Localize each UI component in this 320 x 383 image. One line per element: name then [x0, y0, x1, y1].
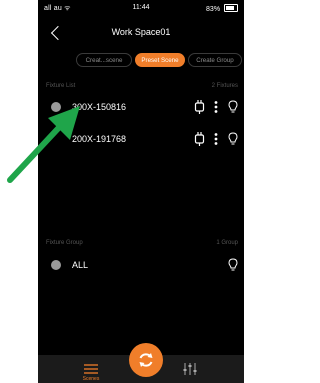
group-name: ALL: [72, 260, 89, 270]
fixture-group-count: 1 Group: [216, 240, 238, 246]
refresh-icon: [139, 353, 153, 367]
nav-bar: Work Space01: [38, 18, 244, 48]
bulb-icon[interactable]: [228, 100, 238, 114]
app-screen: all au ᯤ 11:44 83% Work Space01 Creat...…: [38, 0, 244, 383]
battery-indicator: 83%: [206, 4, 238, 13]
fixture-list-label: Fixture List: [46, 83, 76, 89]
battery-icon: [224, 4, 238, 12]
tab-scenes-label[interactable]: Scenes: [68, 376, 114, 382]
annotation-arrow: [7, 106, 80, 183]
bulb-icon[interactable]: [228, 258, 238, 272]
tab-create-group[interactable]: Create Group: [188, 53, 242, 67]
more-vertical-icon[interactable]: [214, 101, 218, 113]
bulb-icon[interactable]: [228, 132, 238, 146]
plug-icon[interactable]: [194, 132, 205, 146]
list-icon[interactable]: [82, 363, 100, 375]
group-select-dot[interactable]: [51, 260, 61, 270]
page-title: Work Space01: [111, 27, 171, 37]
battery-percent: 83%: [206, 6, 221, 13]
list-item-group-all[interactable]: ALL: [38, 257, 244, 273]
sync-button[interactable]: [129, 343, 163, 377]
tab-create-scene[interactable]: Creat...scene: [76, 53, 132, 67]
status-bar: all au ᯤ 11:44 83%: [38, 0, 244, 18]
fixture-group-label: Fixture Group: [46, 240, 83, 246]
sliders-icon[interactable]: [182, 363, 198, 375]
fixture-list-count: 2 Fixtures: [211, 83, 238, 89]
more-vertical-icon[interactable]: [214, 133, 218, 145]
tab-preset-scene[interactable]: Preset Scene: [135, 53, 185, 67]
segment-control: Creat...scene Preset Scene Create Group: [76, 53, 244, 67]
plug-icon[interactable]: [194, 100, 205, 114]
